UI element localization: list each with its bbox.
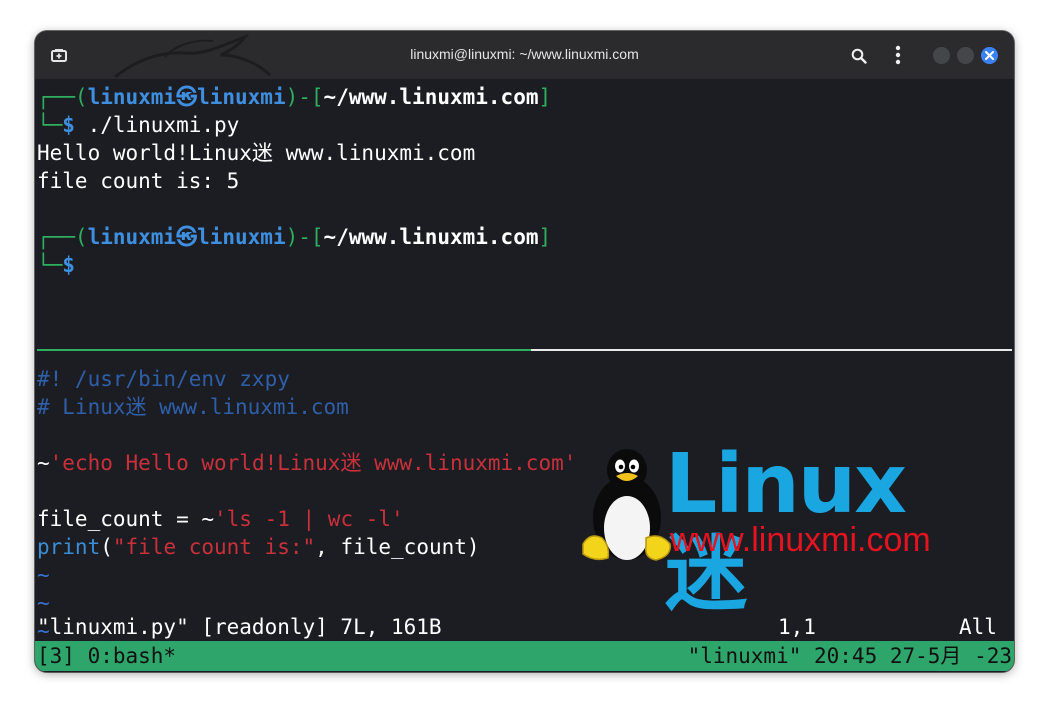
- tmux-status-right: "linuxmi" 20:45 27-5月 -23: [687, 644, 1012, 668]
- code-line-echo: ~'echo Hello world!Linux迷 www.linuxmi.co…: [37, 449, 576, 477]
- command-line[interactable]: └─$: [37, 251, 75, 279]
- title-bar[interactable]: linuxmi@linuxmi: ~/www.linuxmi.com: [35, 31, 1014, 79]
- command-line: └─$ ./linuxmi.py: [37, 111, 239, 139]
- prompt-at-symbol: ㉿: [176, 225, 198, 249]
- code-line-comment: # Linux迷 www.linuxmi.com: [37, 395, 349, 419]
- tmux-window-list[interactable]: [3] 0:bash*: [37, 641, 176, 671]
- code-line-print: print("file count is:", file_count): [37, 533, 480, 561]
- close-button[interactable]: [981, 47, 998, 64]
- code-string: 'ls -1 | wc -l': [214, 507, 404, 531]
- prompt-host: linuxmi: [197, 85, 286, 109]
- output-line: file count is: 5: [37, 169, 240, 193]
- prompt-user: linuxmi: [87, 225, 177, 249]
- prompt-corner: └─: [37, 113, 63, 137]
- prompt-dollar: $: [62, 113, 75, 137]
- tux-penguin-icon: [582, 449, 671, 561]
- prompt-path: ~/www.linuxmi.com: [323, 85, 539, 109]
- vim-status-file: "linuxmi.py" [readonly] 7L, 161B: [37, 615, 442, 639]
- prompt-bracket: ┌──(: [37, 225, 88, 249]
- vim-scroll-indicator: All: [959, 615, 997, 639]
- prompt-at-symbol: ㉿: [176, 85, 198, 109]
- code-tilde: ~: [37, 451, 50, 475]
- code-paren: (: [100, 535, 113, 559]
- prompt-separator: )-[: [285, 85, 324, 109]
- prompt-path: ~/www.linuxmi.com: [323, 225, 539, 249]
- search-icon[interactable]: [849, 46, 869, 66]
- linuxmi-logo: Linux迷 www.linuxmi.com: [580, 440, 960, 620]
- code-args: , file_count): [315, 535, 480, 559]
- prompt-dollar: $: [62, 253, 75, 277]
- prompt-bracket-close: ]: [538, 225, 552, 249]
- prompt-line: ┌──(linuxmi㉿linuxmi)-[~/www.linuxmi.com]: [37, 83, 551, 111]
- command-text: ./linuxmi.py: [74, 113, 240, 137]
- logo-url: www.linuxmi.com: [670, 521, 931, 559]
- code-string: 'echo Hello world!Linux迷 www.linuxmi.com…: [49, 451, 577, 475]
- prompt-corner: └─: [37, 253, 63, 277]
- close-icon: [985, 51, 994, 60]
- prompt-bracket-close: ]: [538, 85, 552, 109]
- code-assignment: file_count = ~: [37, 507, 215, 531]
- code-line-shebang: #! /usr/bin/env zxpy: [37, 367, 290, 391]
- tmux-status-bar[interactable]: [3] 0:bash* "linuxmi" 20:45 27-5月 -23: [35, 641, 1014, 671]
- maximize-button[interactable]: [957, 47, 974, 64]
- prompt-separator: )-[: [285, 225, 324, 249]
- terminal-window: linuxmi@linuxmi: ~/www.linuxmi.com ┌──(l…: [35, 31, 1014, 672]
- prompt-host: linuxmi: [197, 225, 286, 249]
- prompt-bracket: ┌──(: [37, 85, 88, 109]
- code-string: "file count is:": [112, 535, 316, 559]
- prompt-user: linuxmi: [87, 85, 177, 109]
- prompt-line: ┌──(linuxmi㉿linuxmi)-[~/www.linuxmi.com]: [37, 223, 551, 251]
- pane-divider[interactable]: [531, 349, 1012, 351]
- kebab-menu-icon[interactable]: [891, 44, 905, 66]
- output-line: Hello world!Linux迷 www.linuxmi.com: [37, 141, 476, 165]
- code-line-file-count: file_count = ~'ls -1 | wc -l': [37, 505, 404, 533]
- empty-line-marker: ~: [37, 563, 50, 587]
- code-function: print: [37, 535, 101, 559]
- minimize-button[interactable]: [933, 47, 950, 64]
- pane-divider-active[interactable]: [37, 349, 531, 351]
